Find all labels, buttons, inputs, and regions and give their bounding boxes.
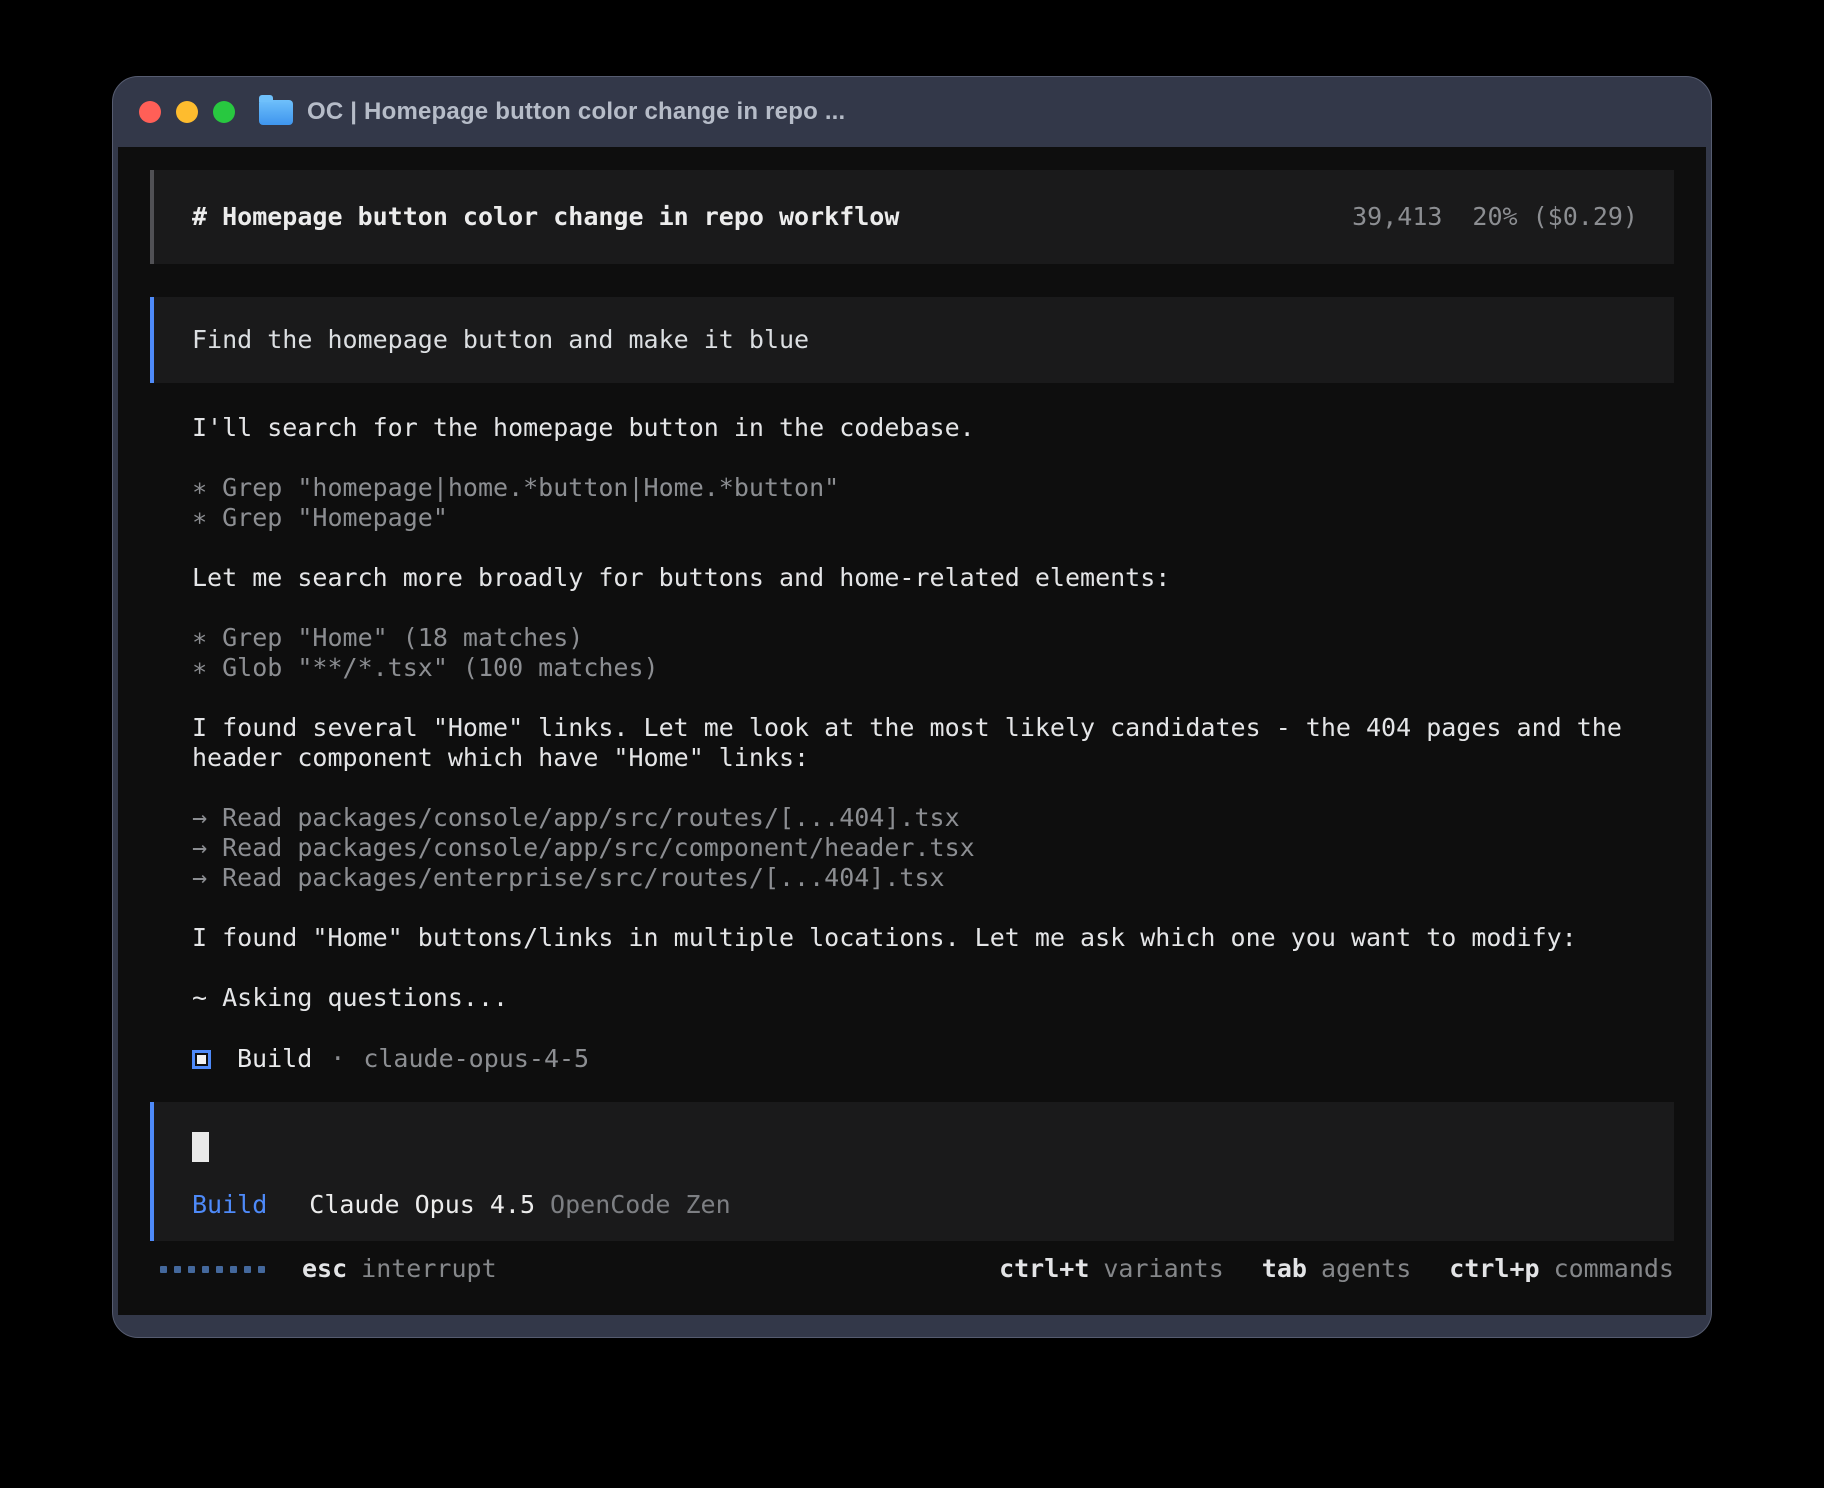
context-usage: 20% ($0.29)	[1472, 202, 1638, 232]
tool-call-group: ∗ Grep "homepage|home.*button|Home.*butt…	[192, 473, 1674, 533]
agent-status-line: Build · claude-opus-4-5	[192, 1044, 1674, 1074]
shortcut-label: agents	[1321, 1254, 1411, 1284]
assistant-text-line: Let me search more broadly for buttons a…	[192, 563, 1674, 593]
shortcut-key: tab	[1262, 1254, 1307, 1284]
title-bar: OC | Homepage button color change in rep…	[113, 77, 1711, 147]
session-header: # Homepage button color change in repo w…	[150, 170, 1674, 264]
shortcut-key: ctrl+t	[999, 1254, 1089, 1284]
tool-call-line: ∗ Grep "Homepage"	[192, 503, 1674, 533]
tool-call-group: → Read packages/console/app/src/routes/[…	[192, 803, 1674, 893]
tool-call-line: → Read packages/console/app/src/componen…	[192, 833, 1674, 863]
minimize-button[interactable]	[176, 101, 198, 123]
user-message: Find the homepage button and make it blu…	[150, 297, 1674, 383]
shortcut-interrupt: esc interrupt	[302, 1254, 497, 1284]
model-name: Claude Opus 4.5	[309, 1190, 535, 1220]
session-title: # Homepage button color change in repo w…	[192, 202, 899, 232]
tool-call-line: ∗ Glob "**/*.tsx" (100 matches)	[192, 653, 1674, 683]
shortcut-agents: tab agents	[1262, 1254, 1411, 1284]
folder-icon	[259, 100, 293, 125]
prompt-input[interactable]: Build Claude Opus 4.5 OpenCode Zen	[150, 1102, 1674, 1241]
traffic-lights	[139, 101, 235, 123]
spinner-dot	[174, 1266, 181, 1273]
shortcut-key: ctrl+p	[1449, 1254, 1539, 1284]
mode-label: Build	[192, 1190, 267, 1220]
shortcut-variants: ctrl+t variants	[999, 1254, 1224, 1284]
agent-build-icon	[192, 1050, 211, 1069]
working-spinner	[160, 1266, 265, 1273]
spinner-dot	[244, 1266, 251, 1273]
spinner-dot	[202, 1266, 209, 1273]
model-provider: OpenCode Zen	[550, 1190, 731, 1220]
assistant-text: I found "Home" buttons/links in multiple…	[192, 923, 1674, 953]
shortcut-key: esc	[302, 1254, 347, 1284]
window-title: OC | Homepage button color change in rep…	[307, 98, 845, 126]
user-message-text: Find the homepage button and make it blu…	[192, 325, 809, 355]
shortcut-label: interrupt	[361, 1254, 496, 1284]
tool-call-line: → Read packages/enterprise/src/routes/[.…	[192, 863, 1674, 893]
shortcut-label: variants	[1103, 1254, 1223, 1284]
status-bar: esc interrupt ctrl+tvariantstabagentsctr…	[150, 1254, 1674, 1284]
assistant-text: I'll search for the homepage button in t…	[192, 413, 1674, 443]
spinner-dot	[188, 1266, 195, 1273]
assistant-text-line: I found several "Home" links. Let me loo…	[192, 713, 1674, 743]
agent-separator: ·	[330, 1044, 345, 1074]
assistant-text: Let me search more broadly for buttons a…	[192, 563, 1674, 593]
assistant-text: ~ Asking questions...	[192, 983, 1674, 1013]
terminal-window: OC | Homepage button color change in rep…	[112, 76, 1712, 1338]
assistant-text: I found several "Home" links. Let me loo…	[192, 713, 1674, 773]
spinner-dot	[258, 1266, 265, 1273]
spinner-dot	[160, 1266, 167, 1273]
status-bar-left: esc interrupt	[160, 1254, 497, 1284]
tool-call-group: ∗ Grep "Home" (18 matches)∗ Glob "**/*.t…	[192, 623, 1674, 683]
spinner-dot	[216, 1266, 223, 1273]
assistant-messages: I'll search for the homepage button in t…	[150, 413, 1674, 1013]
terminal-content: # Homepage button color change in repo w…	[118, 147, 1706, 1315]
assistant-text-line: header component which have "Home" links…	[192, 743, 1674, 773]
desktop: { "window": { "title": "OC | Homepage bu…	[0, 0, 1824, 1488]
input-status-line: Build Claude Opus 4.5 OpenCode Zen	[192, 1190, 1636, 1220]
shortcut-commands: ctrl+p commands	[1449, 1254, 1674, 1284]
status-bar-right: ctrl+t variants tab agents ctrl+p commands	[999, 1254, 1674, 1284]
agent-model: claude-opus-4-5	[363, 1044, 589, 1074]
assistant-text-line: ~ Asking questions...	[192, 983, 1674, 1013]
assistant-text-line: I'll search for the homepage button in t…	[192, 413, 1674, 443]
agent-name: Build	[237, 1044, 312, 1074]
assistant-text-line: I found "Home" buttons/links in multiple…	[192, 923, 1674, 953]
tool-call-line: ∗ Grep "homepage|home.*button|Home.*butt…	[192, 473, 1674, 503]
shortcut-label: commands	[1554, 1254, 1674, 1284]
spinner-dot	[230, 1266, 237, 1273]
zoom-button[interactable]	[213, 101, 235, 123]
text-cursor	[192, 1132, 209, 1162]
session-stats: 39,413 20% ($0.29)	[1352, 202, 1638, 232]
tool-call-line: ∗ Grep "Home" (18 matches)	[192, 623, 1674, 653]
token-count: 39,413	[1352, 202, 1442, 232]
tool-call-line: → Read packages/console/app/src/routes/[…	[192, 803, 1674, 833]
close-button[interactable]	[139, 101, 161, 123]
